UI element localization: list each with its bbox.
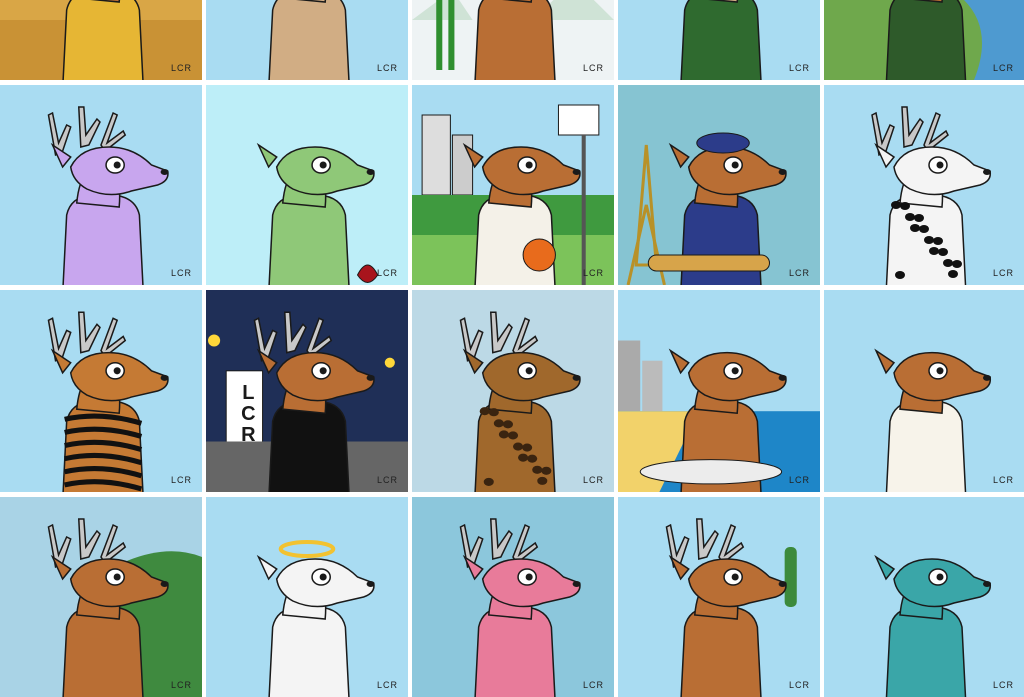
deer-artwork-tile: LCR <box>618 0 820 80</box>
deer-illustration <box>47 106 169 285</box>
deer-illustration <box>47 518 202 697</box>
artist-signature: LCR <box>992 475 1014 485</box>
deer-artwork-tile: LCR <box>618 85 820 285</box>
deer-illustration <box>874 348 992 492</box>
artist-signature: LCR <box>170 680 192 690</box>
deer-artwork-tile: LCR <box>0 497 202 697</box>
deer-artwork-tile: LCR <box>412 85 614 285</box>
deer-artwork-tile: LCR <box>0 0 202 80</box>
deer-illustration <box>47 311 169 492</box>
deer-artwork-tile: LCR <box>824 290 1024 492</box>
artist-signature: LCR <box>582 475 604 485</box>
artist-signature: LCR <box>582 63 604 73</box>
deer-artwork-tile: L C R LCR <box>206 290 408 492</box>
artist-signature: LCR <box>788 680 810 690</box>
artist-signature: LCR <box>582 268 604 278</box>
deer-artwork-tile: LCR <box>618 290 820 492</box>
artist-signature: LCR <box>376 63 398 73</box>
artist-signature: LCR <box>376 475 398 485</box>
deer-artwork-tile: LCR <box>206 85 408 285</box>
deer-artwork-tile: LCR <box>0 290 202 492</box>
deer-illustration <box>871 106 992 285</box>
artist-signature: LCR <box>992 268 1014 278</box>
deer-illustration <box>412 104 614 285</box>
deer-illustration <box>459 311 581 492</box>
artist-signature: LCR <box>788 268 810 278</box>
deer-artwork-tile: LCR <box>412 497 614 697</box>
artist-signature: LCR <box>582 680 604 690</box>
deer-illustration <box>874 554 992 697</box>
artist-signature: LCR <box>376 268 398 278</box>
deer-artwork-tile: LCR <box>0 85 202 285</box>
artist-signature: LCR <box>170 268 192 278</box>
nft-collage-grid: LCR LCR LCR LCR LCR LCR LCR LCR LCR LCR LCR L C… <box>0 0 1024 697</box>
lcr-sign-text: L C R <box>241 381 256 446</box>
artist-signature: LCR <box>992 680 1014 690</box>
artist-signature: LCR <box>170 475 192 485</box>
deer-artwork-tile: LCR <box>824 85 1024 285</box>
artist-signature: LCR <box>170 63 192 73</box>
artist-signature: LCR <box>376 680 398 690</box>
deer-illustration <box>459 518 581 697</box>
deer-artwork-tile: LCR <box>618 497 820 697</box>
deer-illustration <box>256 540 375 697</box>
deer-illustration <box>618 340 820 492</box>
deer-artwork-tile: LCR <box>412 290 614 492</box>
deer-artwork-tile: LCR <box>206 0 408 80</box>
deer-illustration <box>665 518 797 697</box>
artist-signature: LCR <box>788 475 810 485</box>
deer-illustration <box>626 132 787 285</box>
artist-signature: LCR <box>992 63 1014 73</box>
artist-signature: LCR <box>788 63 810 73</box>
deer-artwork-tile: LCR <box>412 0 614 80</box>
deer-artwork-tile: LCR <box>824 497 1024 697</box>
deer-artwork-tile: LCR <box>206 497 408 697</box>
deer-artwork-tile: LCR <box>824 0 1024 80</box>
deer-illustration <box>256 142 379 285</box>
